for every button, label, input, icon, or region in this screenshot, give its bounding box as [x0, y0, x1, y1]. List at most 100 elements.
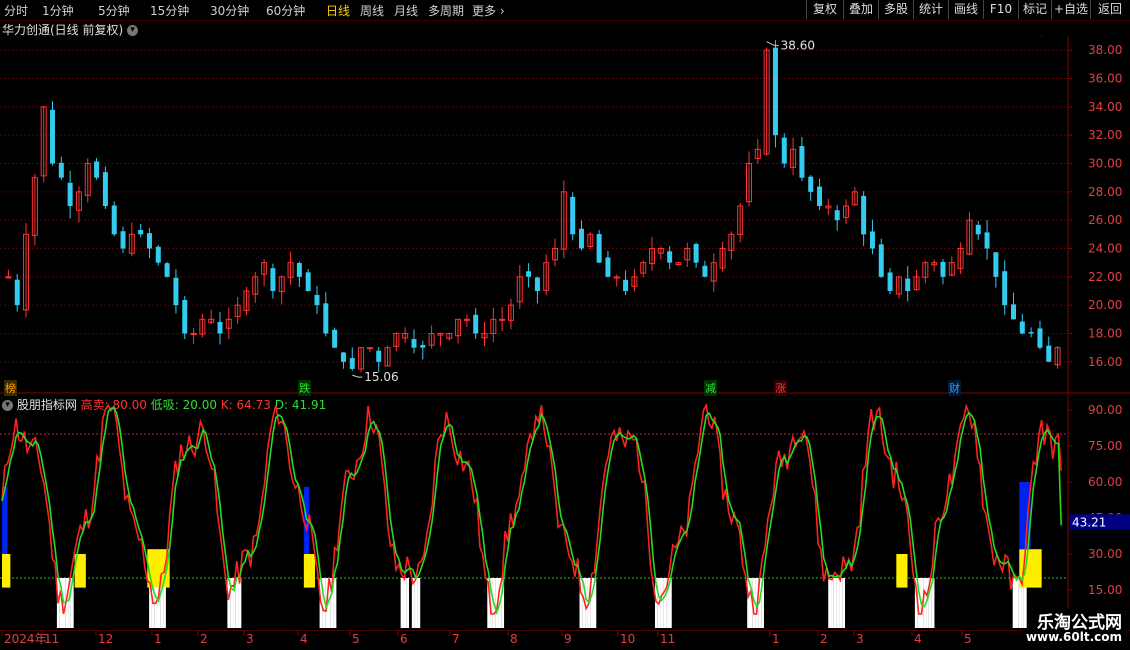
y-tick-label: 34.00	[1088, 100, 1122, 114]
candle-body	[349, 358, 355, 369]
candle-body	[605, 257, 611, 277]
low-zone-bar	[842, 578, 846, 628]
candle-body	[869, 231, 875, 249]
candle-body	[67, 182, 73, 206]
candlestick-chart[interactable]: 38.00 36.00 34.00 32.00 30.00 28.00 26.00 24.00…	[0, 36, 1130, 394]
candle-body	[138, 229, 144, 235]
tab-intraday[interactable]: 分时	[4, 2, 28, 19]
candle-body	[270, 268, 276, 291]
y-tick-label: 30.00	[1088, 157, 1122, 171]
tab-more[interactable]: 更多 ›	[472, 2, 505, 19]
low-zone-bar	[1015, 578, 1019, 628]
candle-body	[120, 231, 126, 249]
low-zone-bar	[833, 578, 837, 628]
y-tick-label: 90.00	[1088, 403, 1122, 417]
low-zone-bar	[417, 578, 421, 628]
tab-60min[interactable]: 60分钟	[266, 2, 305, 19]
date-axis: 2024年11 12 1 2 3 4 5 6 7 8 9 10 11 1 2 3 4 5	[0, 630, 1130, 646]
y-tick-label: 75.00	[1088, 439, 1122, 453]
tab-weekly[interactable]: 周线	[360, 2, 384, 19]
add-favorite-button[interactable]: +自选	[1051, 0, 1090, 19]
high-label: 38.60	[781, 39, 815, 53]
y-tick-label: 28.00	[1088, 185, 1122, 199]
candle-body	[1037, 328, 1043, 348]
candle-body	[376, 350, 382, 362]
candle-body	[534, 277, 540, 291]
candle-body	[984, 232, 990, 249]
tab-5min[interactable]: 5分钟	[98, 2, 130, 19]
y-tick-label: 30.00	[1088, 547, 1122, 561]
y-tick-label: 26.00	[1088, 213, 1122, 227]
candle-body	[623, 279, 629, 291]
low-zone-bar	[411, 578, 415, 628]
candle-body	[499, 318, 506, 321]
x-tick-label: 3	[856, 632, 864, 646]
x-tick-label: 11	[660, 632, 675, 646]
candle-body	[305, 272, 311, 291]
mark-button[interactable]: 标记	[1018, 0, 1051, 19]
low-zone-bar	[831, 578, 834, 628]
x-tick-label: 11	[44, 632, 59, 646]
x-tick-label: 2024年	[4, 632, 47, 646]
candle-body	[667, 251, 673, 263]
candle-body	[878, 244, 884, 277]
f10-button[interactable]: F10	[983, 0, 1018, 19]
low-zone-bar	[836, 578, 840, 628]
candle-body	[111, 205, 117, 235]
x-tick-label: 2	[820, 632, 828, 646]
candle-body	[570, 196, 576, 235]
candle-body	[596, 234, 602, 263]
draw-line-button[interactable]: 画线	[948, 0, 983, 19]
tab-30min[interactable]: 30分钟	[210, 2, 249, 19]
low-zone-bar	[828, 578, 832, 628]
x-tick-label: 4	[300, 632, 308, 646]
high-pointer	[766, 41, 779, 47]
candle-body	[1046, 345, 1052, 362]
low-zone-bar	[333, 578, 337, 628]
chevron-down-icon[interactable]: ▾	[127, 25, 139, 36]
tab-15min[interactable]: 15分钟	[150, 2, 189, 19]
x-tick-label: 5	[964, 632, 972, 646]
indicator-chart[interactable]: 90.0075.0060.0045.0030.0015.0043.21	[0, 394, 1130, 630]
overlay-button[interactable]: 叠加	[843, 0, 878, 19]
candle-body	[463, 318, 470, 321]
multi-stock-button[interactable]: 多股	[878, 0, 913, 19]
candle-body	[993, 252, 999, 277]
candle-body	[164, 263, 170, 277]
candle-body	[296, 263, 302, 277]
candle-body	[834, 210, 840, 221]
tab-multi-period[interactable]: 多周期	[428, 2, 464, 19]
x-tick-label: 5	[352, 632, 360, 646]
candle-body	[799, 146, 805, 178]
candle-body	[58, 162, 64, 178]
tab-1min[interactable]: 1分钟	[42, 2, 74, 19]
tab-monthly[interactable]: 月线	[394, 2, 418, 19]
y-tick-label: 18.00	[1088, 327, 1122, 341]
tab-daily[interactable]: 日线	[326, 2, 350, 19]
candle-body	[1028, 332, 1034, 334]
restore-rights-button[interactable]: 复权	[806, 0, 843, 19]
y-tick-label: 15.00	[1088, 583, 1122, 597]
candle-body	[693, 243, 699, 263]
x-tick-label: 10	[620, 632, 635, 646]
candle-body	[861, 195, 867, 235]
x-tick-label: 12	[98, 632, 113, 646]
x-tick-label: 4	[914, 632, 922, 646]
x-tick-label: 1	[154, 632, 162, 646]
candle-body	[940, 261, 946, 277]
candle-body	[411, 339, 417, 348]
candle-body	[366, 347, 373, 350]
statistics-button[interactable]: 统计	[913, 0, 948, 19]
low-label: 15.06	[364, 370, 398, 384]
y-tick-label: 38.00	[1088, 43, 1122, 57]
y-tick-label: 24.00	[1088, 242, 1122, 256]
back-button[interactable]: 返回	[1090, 0, 1129, 19]
candle-body	[975, 224, 981, 235]
candle-body	[340, 352, 346, 362]
y-tick-label: 32.00	[1088, 128, 1122, 142]
current-value-text: 43.21	[1072, 515, 1106, 529]
candle-body	[217, 321, 223, 334]
candle-body	[190, 333, 197, 335]
x-tick-label: 7	[452, 632, 460, 646]
low-zone-bar	[660, 578, 664, 628]
